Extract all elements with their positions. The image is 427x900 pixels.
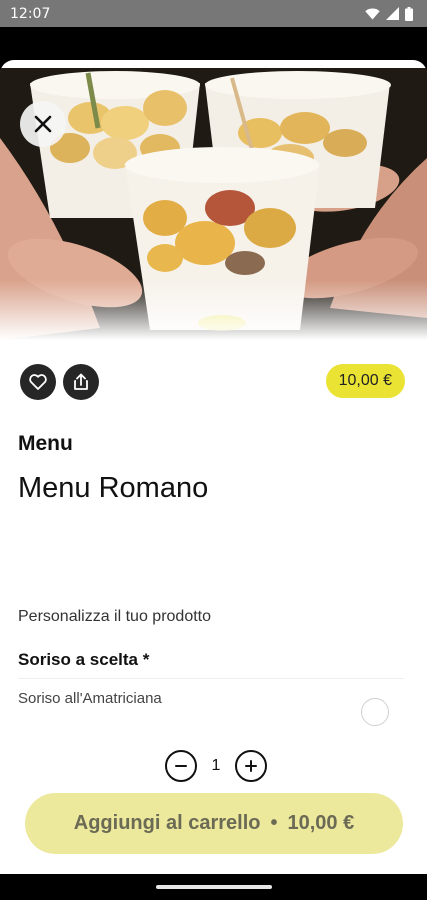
home-indicator[interactable] bbox=[156, 885, 272, 889]
image-fade bbox=[0, 280, 427, 340]
add-to-cart-separator: • bbox=[270, 812, 278, 834]
minus-icon bbox=[175, 765, 187, 767]
product-sheet: 10,00 € Menu Menu Romano Personalizza il… bbox=[0, 60, 427, 874]
option-radio[interactable] bbox=[361, 698, 389, 726]
customize-label: Personalizza il tuo prodotto bbox=[18, 608, 211, 625]
price-badge: 10,00 € bbox=[325, 364, 405, 398]
increase-button[interactable] bbox=[235, 750, 267, 782]
option-label: Soriso all'Amatriciana bbox=[18, 690, 162, 707]
option-group-title: Soriso a scelta * bbox=[18, 650, 150, 669]
share-button[interactable] bbox=[63, 364, 99, 400]
battery-icon bbox=[405, 6, 413, 21]
signal-icon bbox=[386, 7, 399, 20]
quantity-stepper: 1 bbox=[165, 750, 267, 782]
quantity-value: 1 bbox=[211, 757, 221, 774]
status-time: 12:07 bbox=[10, 5, 51, 22]
decrease-button[interactable] bbox=[165, 750, 197, 782]
product-image bbox=[0, 68, 427, 340]
status-bar: 12:07 bbox=[0, 0, 427, 27]
favorite-button[interactable] bbox=[20, 364, 56, 400]
close-button[interactable] bbox=[20, 101, 66, 147]
add-to-cart-price: 10,00 € bbox=[287, 812, 355, 834]
product-actions bbox=[20, 364, 99, 400]
status-icons bbox=[365, 6, 413, 21]
heart-icon bbox=[29, 374, 47, 390]
share-icon bbox=[74, 373, 88, 390]
wifi-icon bbox=[365, 8, 380, 19]
divider bbox=[18, 678, 404, 679]
product-category: Menu bbox=[18, 432, 73, 455]
add-to-cart-button[interactable]: Aggiungi al carrello • 10,00 € bbox=[25, 793, 403, 854]
close-icon bbox=[34, 115, 52, 133]
add-to-cart-label: Aggiungi al carrello bbox=[73, 812, 261, 834]
plus-icon bbox=[245, 760, 257, 772]
product-name: Menu Romano bbox=[18, 472, 209, 504]
